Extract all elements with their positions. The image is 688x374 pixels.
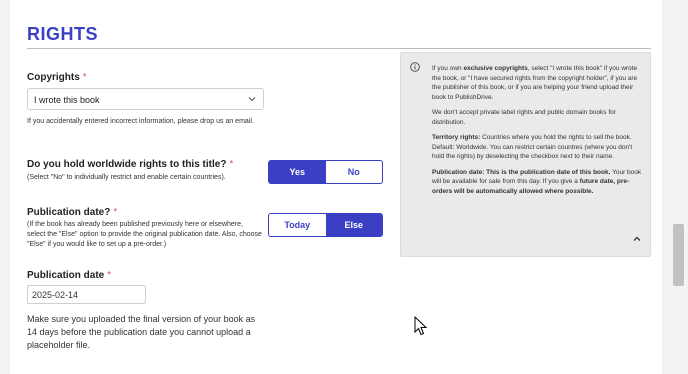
info-panel: If you own exclusive copyrights, select … xyxy=(400,52,651,257)
scrollbar-thumb[interactable] xyxy=(673,224,684,286)
info-text: If you own exclusive copyrights, select … xyxy=(432,64,642,202)
required-mark: * xyxy=(113,207,118,218)
section-title: RIGHTS xyxy=(27,24,99,44)
worldwide-label: Do you hold worldwide rights to this tit… xyxy=(27,159,233,170)
required-mark: * xyxy=(229,159,234,170)
worldwide-label-text: Do you hold worldwide rights to this tit… xyxy=(27,159,227,170)
section-divider xyxy=(27,48,651,49)
pub-date-label: Publication date * xyxy=(27,270,111,281)
info-paragraph-private-label: We don't accept private label rights and… xyxy=(432,109,616,126)
pub-date-input[interactable]: 2025-02-14 xyxy=(27,285,146,304)
pub-date-today-button[interactable]: Today xyxy=(269,214,326,236)
copyrights-help: If you accidentally entered incorrect in… xyxy=(27,118,254,125)
info-text-span: If you own xyxy=(432,65,464,72)
pub-date-choice-label-text: Publication date? xyxy=(27,207,111,218)
info-text-bold: Territory rights: xyxy=(432,134,481,141)
pub-date-label-text: Publication date xyxy=(27,270,105,281)
info-text-bold: exclusive copyrights xyxy=(463,65,528,72)
scrollbar[interactable] xyxy=(670,0,688,374)
pub-date-choice-label: Publication date? * xyxy=(27,207,117,218)
worldwide-no-button[interactable]: No xyxy=(326,161,383,183)
copyrights-select-value: I wrote this book xyxy=(34,95,100,105)
mouse-cursor-icon xyxy=(414,316,428,336)
info-text-bold: Publication date: This is the publicatio… xyxy=(432,168,611,176)
pub-date-choice-help: (If the book has already been published … xyxy=(27,221,262,248)
copyrights-label-text: Copyrights xyxy=(27,72,80,83)
required-mark: * xyxy=(107,270,112,281)
worldwide-yes-button[interactable]: Yes xyxy=(269,161,326,183)
chevron-up-icon[interactable] xyxy=(632,234,642,244)
info-paragraph-copyrights: If you own exclusive copyrights, select … xyxy=(432,64,642,102)
required-mark: * xyxy=(82,72,87,83)
info-paragraph-territory: Territory rights: Countries where you ho… xyxy=(432,133,642,162)
pub-date-note: Make sure you uploaded the final version… xyxy=(27,314,256,350)
info-icon xyxy=(410,62,420,72)
pub-date-toggle[interactable]: Today Else xyxy=(268,213,383,237)
copyrights-label: Copyrights * xyxy=(27,72,87,83)
pub-date-else-button[interactable]: Else xyxy=(325,214,382,236)
worldwide-toggle[interactable]: Yes No xyxy=(268,160,383,184)
info-paragraph-pub-date: Publication date: This is the publicatio… xyxy=(432,168,642,197)
worldwide-help: (Select "No" to individually restrict an… xyxy=(27,174,226,181)
pub-date-value: 2025-02-14 xyxy=(32,290,79,300)
chevron-down-icon xyxy=(248,97,256,102)
copyrights-select[interactable]: I wrote this book xyxy=(27,88,264,110)
